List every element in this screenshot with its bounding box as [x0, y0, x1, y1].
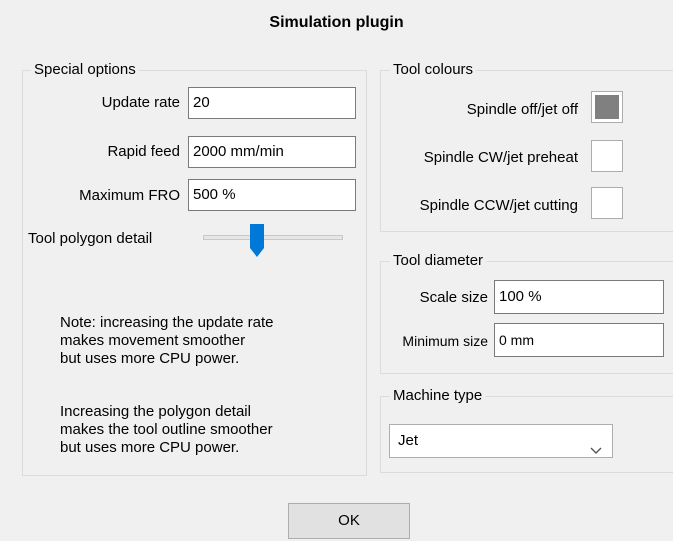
- ok-button[interactable]: OK: [288, 503, 410, 539]
- spindle-ccw-label: Spindle CCW/jet cutting: [419, 197, 578, 214]
- tool-colours-legend: Tool colours: [390, 61, 477, 79]
- note-polygon-line1: Increasing the polygon detail: [60, 403, 251, 420]
- rapid-feed-label: Rapid feed: [107, 143, 180, 160]
- spindle-ccw-colour-swatch[interactable]: [591, 187, 623, 219]
- note-polygon-line2: makes the tool outline smoother: [60, 421, 273, 438]
- note-update-rate-line1: Note: increasing the update rate: [60, 314, 274, 331]
- scale-size-label: Scale size: [419, 289, 488, 306]
- machine-type-selected-value: Jet: [398, 432, 419, 449]
- machine-type-select[interactable]: Jet: [389, 424, 613, 458]
- rapid-feed-field[interactable]: 2000 mm/min: [188, 136, 356, 168]
- polygon-detail-label: Tool polygon detail: [28, 230, 153, 247]
- spindle-off-label: Spindle off/jet off: [466, 101, 578, 118]
- spindle-off-colour-swatch[interactable]: [591, 91, 623, 123]
- note-polygon-line3: but uses more CPU power.: [60, 439, 240, 456]
- minimum-size-field[interactable]: 0 mm: [494, 323, 664, 357]
- machine-type-legend: Machine type: [390, 387, 486, 405]
- tool-diameter-legend: Tool diameter: [390, 252, 487, 270]
- maximum-fro-field[interactable]: 500 %: [188, 179, 356, 211]
- note-update-rate-line3: but uses more CPU power.: [60, 350, 240, 367]
- chevron-down-icon: [590, 435, 602, 467]
- minimum-size-label: Minimum size: [402, 333, 488, 349]
- update-rate-field[interactable]: 20: [188, 87, 356, 119]
- spindle-cw-colour-swatch[interactable]: [591, 140, 623, 172]
- note-update-rate-line2: makes movement smoother: [60, 332, 246, 349]
- tool-diameter-group: [380, 261, 673, 374]
- spindle-cw-label: Spindle CW/jet preheat: [423, 149, 578, 166]
- scale-size-field[interactable]: 100 %: [494, 280, 664, 314]
- special-options-legend: Special options: [31, 61, 139, 79]
- update-rate-label: Update rate: [101, 94, 180, 111]
- dialog-title: Simulation plugin: [269, 14, 404, 31]
- polygon-detail-slider-thumb[interactable]: [249, 224, 264, 258]
- maximum-fro-label: Maximum FRO: [79, 187, 180, 204]
- polygon-detail-track[interactable]: [203, 235, 343, 240]
